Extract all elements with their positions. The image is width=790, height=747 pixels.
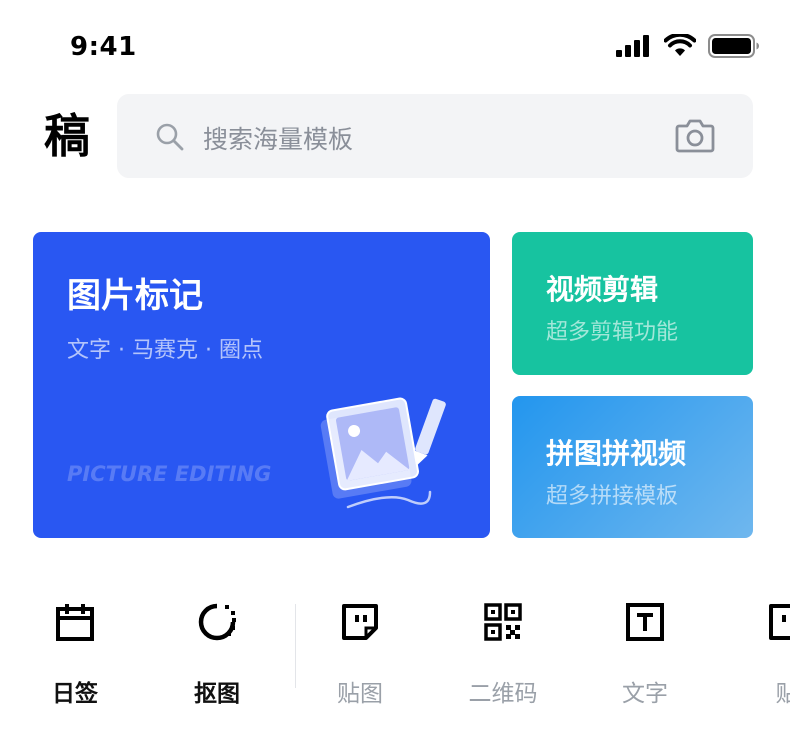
qrcode-icon xyxy=(484,603,522,641)
search-input[interactable]: 搜索海量模板 xyxy=(203,120,353,156)
sticker-icon xyxy=(342,604,378,640)
picture-edit-subtitle: 文字 · 马赛克 · 圈点 xyxy=(67,338,263,363)
tool-text[interactable]: 文字 xyxy=(585,590,705,720)
tool-label: 抠图 xyxy=(194,681,240,707)
video-edit-subtitle: 超多剪辑功能 xyxy=(546,320,679,345)
calendar-icon xyxy=(56,604,94,641)
search-bar[interactable]: 搜索海量模板 xyxy=(117,94,753,178)
text-icon xyxy=(626,603,664,641)
puzzle-title: 拼图拼视频 xyxy=(546,437,687,470)
video-edit-title: 视频剪辑 xyxy=(546,273,659,306)
tool-label: 二维码 xyxy=(468,681,538,707)
battery-icon xyxy=(708,34,759,58)
tool-sticker-2[interactable]: 贴 xyxy=(727,590,790,720)
tool-divider xyxy=(295,604,296,688)
tool-label: 贴 xyxy=(775,681,790,707)
tool-row: 日签 抠图 贴图 二维码 文字 贴 xyxy=(0,590,790,720)
app-logo[interactable]: 稿 xyxy=(44,108,100,164)
puzzle-subtitle: 超多拼接模板 xyxy=(546,484,679,509)
camera-icon[interactable] xyxy=(675,116,715,154)
tool-label: 日签 xyxy=(52,681,98,707)
tool-sticker[interactable]: 贴图 xyxy=(300,590,420,720)
status-bar: 9:41 xyxy=(0,0,790,90)
cutout-icon xyxy=(198,603,236,641)
picture-edit-card[interactable]: 图片标记 文字 · 马赛克 · 圈点 PICTURE EDITING xyxy=(33,232,490,538)
tool-label: 贴图 xyxy=(337,681,383,707)
picture-edit-en-title: PICTURE EDITING xyxy=(67,462,272,486)
signal-icon xyxy=(616,35,649,57)
tool-qrcode[interactable]: 二维码 xyxy=(443,590,563,720)
search-icon xyxy=(156,123,184,151)
wifi-icon xyxy=(664,34,696,56)
puzzle-card[interactable]: 拼图拼视频 超多拼接模板 xyxy=(512,396,753,538)
status-time: 9:41 xyxy=(70,32,137,62)
sticker-icon xyxy=(769,604,790,640)
tool-label: 文字 xyxy=(622,681,668,707)
tool-cutout[interactable]: 抠图 xyxy=(157,590,277,720)
tool-daily-sign[interactable]: 日签 xyxy=(15,590,135,720)
video-edit-card[interactable]: 视频剪辑 超多剪辑功能 xyxy=(512,232,753,375)
status-icons xyxy=(616,34,760,58)
picture-edit-illustration-icon xyxy=(320,397,446,509)
picture-edit-title: 图片标记 xyxy=(67,276,203,316)
